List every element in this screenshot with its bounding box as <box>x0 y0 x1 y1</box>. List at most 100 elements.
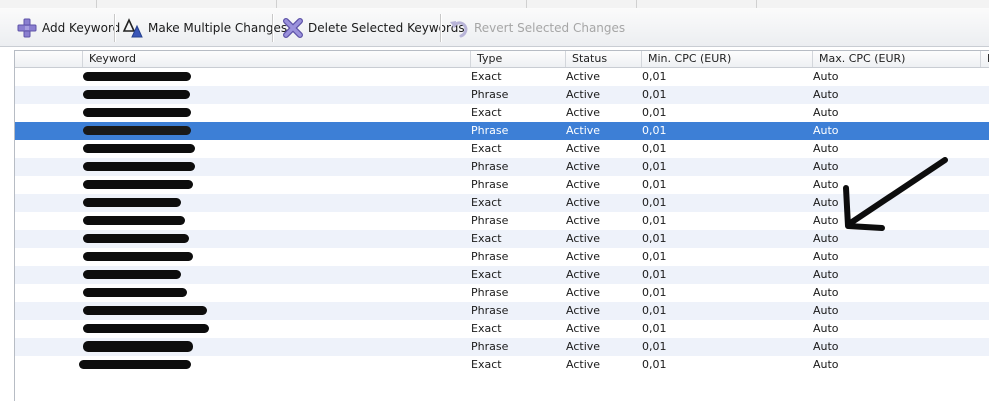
toolbar-separator <box>440 14 441 42</box>
redaction-mark <box>83 324 209 333</box>
cell-status: Active <box>566 160 601 173</box>
cell-status: Active <box>566 142 601 155</box>
cell-status: Active <box>566 124 601 137</box>
grid-header: Keyword Type Status Min. CPC (EUR) Max. … <box>15 51 989 68</box>
add-keyword-label: Add Keyword <box>42 21 121 35</box>
cell-min-cpc: 0,01 <box>642 340 667 353</box>
add-keyword-button[interactable]: Add Keyword <box>16 16 120 40</box>
delta-icon <box>122 18 143 38</box>
cell-status: Active <box>566 106 601 119</box>
cell-max-cpc: Auto <box>813 304 839 317</box>
toolbar: Add Keyword Make Multiple Changes Delete… <box>0 8 989 47</box>
redaction-mark <box>83 108 191 117</box>
cell-min-cpc: 0,01 <box>642 214 667 227</box>
cell-status: Active <box>566 70 601 83</box>
table-row[interactable]: Exact Active 0,01 Auto <box>15 68 989 86</box>
cell-min-cpc: 0,01 <box>642 232 667 245</box>
table-row-selected[interactable]: Phrase Active 0,01 Auto <box>15 122 989 140</box>
redaction-mark <box>83 234 189 243</box>
redaction-mark <box>83 216 185 225</box>
revert-selected-changes-label: Revert Selected Changes <box>474 21 626 35</box>
cell-min-cpc: 0,01 <box>642 106 667 119</box>
cell-max-cpc: Auto <box>813 88 839 101</box>
cell-type: Exact <box>471 142 502 155</box>
cell-max-cpc: Auto <box>813 124 839 137</box>
cell-status: Active <box>566 232 601 245</box>
top-strip-segment <box>276 0 527 8</box>
cell-status: Active <box>566 178 601 191</box>
cell-status: Active <box>566 196 601 209</box>
top-strip-segment <box>636 0 757 8</box>
table-row[interactable]: Phrase Active 0,01 Auto <box>15 248 989 266</box>
cell-min-cpc: 0,01 <box>642 268 667 281</box>
redaction-mark <box>83 126 191 135</box>
table-row[interactable]: Phrase Active 0,01 Auto <box>15 302 989 320</box>
table-row[interactable]: Exact Active 0,01 Auto <box>15 356 989 374</box>
redaction-mark <box>83 90 190 99</box>
table-row[interactable]: Exact Active 0,01 Auto <box>15 266 989 284</box>
redaction-mark <box>83 144 195 153</box>
redaction-mark <box>83 252 193 261</box>
cell-type: Exact <box>471 268 502 281</box>
delete-selected-keywords-label: Delete Selected Keywords <box>308 21 465 35</box>
cell-type: Phrase <box>471 214 509 227</box>
cell-type: Phrase <box>471 250 509 263</box>
cell-min-cpc: 0,01 <box>642 358 667 371</box>
cell-max-cpc: Auto <box>813 250 839 263</box>
cell-type: Exact <box>471 232 502 245</box>
cell-min-cpc: 0,01 <box>642 88 667 101</box>
table-row[interactable]: Phrase Active 0,01 Auto <box>15 86 989 104</box>
cell-type: Exact <box>471 358 502 371</box>
cell-min-cpc: 0,01 <box>642 160 667 173</box>
table-row[interactable]: Exact Active 0,01 Auto <box>15 320 989 338</box>
cell-status: Active <box>566 358 601 371</box>
redaction-mark <box>83 72 191 81</box>
cell-max-cpc: Auto <box>813 322 839 335</box>
cell-min-cpc: 0,01 <box>642 142 667 155</box>
top-strip-segment <box>0 0 97 8</box>
x-icon <box>283 18 303 38</box>
redaction-mark <box>83 180 193 189</box>
header-cell-blank <box>15 51 83 67</box>
redaction-mark <box>79 360 191 369</box>
cell-type: Phrase <box>471 178 509 191</box>
redaction-mark <box>83 341 193 352</box>
cell-status: Active <box>566 286 601 299</box>
plus-icon <box>17 18 37 38</box>
redaction-mark <box>83 162 195 171</box>
top-strip <box>0 0 989 8</box>
header-min-cpc[interactable]: Min. CPC (EUR) <box>642 51 813 67</box>
make-multiple-changes-button[interactable]: Make Multiple Changes <box>122 16 295 40</box>
cell-max-cpc: Auto <box>813 340 839 353</box>
cell-min-cpc: 0,01 <box>642 70 667 83</box>
cell-type: Phrase <box>471 160 509 173</box>
revert-selected-changes-button[interactable]: Revert Selected Changes <box>448 16 625 40</box>
table-row[interactable]: Phrase Active 0,01 Auto <box>15 338 989 356</box>
cell-min-cpc: 0,01 <box>642 322 667 335</box>
redaction-mark <box>83 198 181 207</box>
cell-type: Exact <box>471 106 502 119</box>
header-d[interactable]: D <box>981 51 989 67</box>
undo-icon <box>450 21 468 38</box>
delete-selected-keywords-button[interactable]: Delete Selected Keywords <box>282 16 465 40</box>
toolbar-separator <box>114 14 115 42</box>
top-strip-segment <box>96 0 277 8</box>
cell-status: Active <box>566 88 601 101</box>
cell-max-cpc: Auto <box>813 286 839 299</box>
toolbar-separator <box>272 14 273 42</box>
cell-status: Active <box>566 340 601 353</box>
cell-min-cpc: 0,01 <box>642 178 667 191</box>
header-status[interactable]: Status <box>566 51 642 67</box>
cell-min-cpc: 0,01 <box>642 286 667 299</box>
header-type[interactable]: Type <box>471 51 566 67</box>
header-max-cpc[interactable]: Max. CPC (EUR) <box>813 51 981 67</box>
table-row[interactable]: Phrase Active 0,01 Auto <box>15 284 989 302</box>
annotation-arrow-icon <box>843 157 948 231</box>
redaction-mark <box>83 288 187 297</box>
cell-status: Active <box>566 214 601 227</box>
cell-type: Phrase <box>471 340 509 353</box>
header-keyword[interactable]: Keyword <box>83 51 471 67</box>
cell-min-cpc: 0,01 <box>642 124 667 137</box>
table-row[interactable]: Exact Active 0,01 Auto <box>15 104 989 122</box>
cell-max-cpc: Auto <box>813 70 839 83</box>
